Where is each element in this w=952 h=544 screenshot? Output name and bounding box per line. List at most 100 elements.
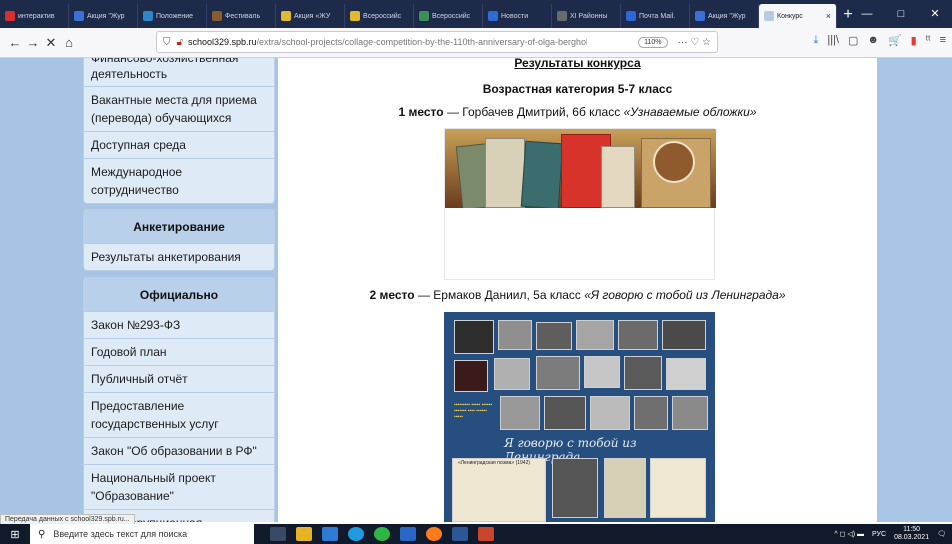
browser-tab[interactable]: XI Районны (552, 4, 621, 28)
left-sidebar: Финансово-хозяйственная деятельность Вак… (0, 58, 278, 522)
tab-favicon-icon (626, 11, 636, 21)
stop-button[interactable]: ✕ (42, 35, 60, 51)
close-window-button[interactable]: ✕ (918, 0, 952, 28)
firefox-icon[interactable] (426, 527, 442, 541)
tab-favicon-icon (488, 11, 498, 21)
sidebar-item-public-report[interactable]: Публичный отчёт (84, 365, 274, 392)
page-viewport: Финансово-хозяйственная деятельность Вак… (0, 58, 952, 522)
tab-label: Акция «ЖУ (294, 12, 331, 20)
place-2-collage-image: ▪▪▪▪▪▪▪▪▪ ▪▪▪▪▪ ▪▪▪▪▪▪ ▪▪▪▪▪▪▪ ▪▪▪▪ ▪▪▪▪… (444, 312, 715, 522)
place-1-collage-image (444, 128, 716, 280)
browser-tab[interactable]: Акция «ЖУ (276, 4, 345, 28)
forward-button[interactable]: → (24, 35, 42, 50)
cart-extension-icon[interactable]: 🛒 (888, 34, 902, 47)
tray-icons[interactable]: ^ ◻ ◁) ▬ (834, 530, 864, 538)
sidebar-item-state-services[interactable]: Предоставление государственных услуг (84, 392, 274, 437)
survey-menu: Анкетирование Результаты анкетирования (83, 209, 275, 271)
tab-active-label: Конкурс (777, 12, 803, 20)
tab-favicon-icon (557, 11, 567, 21)
place-2-work: «Я говорю с тобой из Ленинграда» (584, 288, 786, 302)
maximize-button[interactable]: □ (884, 0, 918, 28)
downloads-icon[interactable]: ⤓ (813, 34, 818, 47)
official-menu: Официально Закон №293-ФЗ Годовой план Пу… (83, 277, 275, 522)
notifications-icon[interactable]: 🗨︎ (937, 530, 946, 538)
url-host: school329.spb.ru (187, 37, 257, 47)
mail-icon[interactable] (400, 527, 416, 541)
start-button[interactable]: ⊞ (0, 528, 30, 541)
tab-favicon-icon (74, 11, 84, 21)
clock-date: 08.03.2021 (894, 534, 930, 541)
place-1-line: 1 место — Горбачев Дмитрий, 6б класс «Уз… (278, 105, 877, 119)
tab-strip: интерактив Акция "Жур Положение Фестиваль Ак… (0, 0, 952, 28)
tracking-shield-icon[interactable]: ⛉ (163, 37, 171, 48)
browser-tab[interactable]: интерактив (0, 4, 69, 28)
collage-caption: «Ленинградская поэма» (1942) (458, 460, 531, 466)
browser-tab[interactable]: Всероссийс (345, 4, 414, 28)
browser-tab[interactable]: Почта Mail. (621, 4, 690, 28)
sidebar-item-international[interactable]: Международное сотрудничество (84, 158, 274, 203)
close-tab-icon[interactable]: × (826, 11, 831, 21)
category-heading: Возрастная категория 5-7 класс (482, 82, 673, 96)
store-icon[interactable] (296, 527, 312, 541)
clock[interactable]: 11:50 08.03.2021 (894, 526, 929, 542)
sidebar-item-national-project[interactable]: Национальный проект "Образование" (84, 464, 274, 509)
taskbar-search[interactable]: ⚲ Введите здесь текст для поиска (30, 524, 254, 544)
edge-icon[interactable] (348, 527, 364, 541)
translate-extension-icon[interactable]: ᵗᵗ (926, 34, 931, 47)
system-tray: ^ ◻ ◁) ▬ РУС 11:50 08.03.2021 🗨︎ (834, 524, 952, 544)
whatsapp-icon[interactable] (374, 527, 390, 541)
place-1-author: — Горбачев Дмитрий, 6б класс (443, 105, 624, 119)
search-icon: ⚲ (38, 528, 46, 540)
tab-favicon-icon (5, 11, 15, 21)
powerpoint-icon[interactable] (478, 527, 494, 541)
explorer-icon[interactable] (322, 527, 338, 541)
page-actions[interactable]: ··· ♡ ☆ (678, 37, 711, 48)
tab-label: Всероссийс (432, 12, 471, 20)
zoom-indicator[interactable]: 110% (638, 36, 668, 48)
tab-favicon-icon (419, 11, 429, 21)
minimize-button[interactable]: — (850, 0, 884, 28)
tab-favicon-icon (281, 11, 291, 21)
browser-tab[interactable]: Новости (483, 4, 552, 28)
place-2-author: — Ермаков Даниил, 5а класс (414, 288, 585, 302)
address-bar[interactable]: ⛉ 🔓︎ school329.spb.ru /extra/school-proj… (156, 31, 718, 53)
tab-label: Всероссийс (363, 12, 402, 20)
tab-favicon-icon (350, 11, 360, 21)
account-icon[interactable]: ☻ (867, 34, 879, 47)
tab-active[interactable]: Конкурс × (759, 4, 837, 28)
browser-tab[interactable]: Положение (138, 4, 207, 28)
sidebar-item-accessibility[interactable]: Доступная среда (84, 131, 274, 158)
place-1-label: 1 место (398, 105, 444, 119)
browser-tab[interactable]: Всероссийс (414, 4, 483, 28)
results-heading[interactable]: Результаты конкурса (278, 58, 877, 70)
tab-label: Положение (156, 12, 193, 20)
tab-label: Новости (501, 12, 529, 20)
browser-tab[interactable]: Акция "Жур (69, 4, 138, 28)
language-indicator[interactable]: РУС (872, 531, 886, 538)
sidebar-toggle-icon[interactable]: ▢ (848, 34, 858, 47)
browser-tab[interactable]: Акция "Жур (690, 4, 759, 28)
browser-tab[interactable]: Фестиваль (207, 4, 276, 28)
tab-label: Фестиваль (225, 12, 261, 20)
sidebar-item-vacancies[interactable]: Вакантные места для приема (перевода) об… (84, 86, 274, 131)
sidebar-item-annual-plan[interactable]: Годовой план (84, 338, 274, 365)
main-content: Результаты конкурса Возрастная категория… (278, 58, 877, 522)
sidebar-item-finance[interactable]: Финансово-хозяйственная деятельность (84, 58, 274, 86)
home-button[interactable]: ⌂ (60, 35, 78, 50)
sidebar-item-survey-results[interactable]: Результаты анкетирования (84, 243, 274, 270)
word-icon[interactable] (452, 527, 468, 541)
insecure-lock-icon[interactable]: 🔓︎ (177, 37, 183, 48)
right-margin (877, 58, 952, 522)
windows-taskbar: ⊞ ⚲ Введите здесь текст для поиска ^ ◻ ◁… (0, 524, 952, 544)
tab-label: Почта Mail. (639, 12, 676, 20)
tab-label: XI Районны (570, 12, 608, 20)
menu-icon[interactable]: ≡ (940, 34, 946, 47)
sidebar-item-education-law[interactable]: Закон "Об образовании в РФ" (84, 437, 274, 464)
back-button[interactable]: ← (6, 35, 24, 50)
task-view-icon[interactable] (270, 527, 286, 541)
bookmark-extension-icon[interactable]: ▮ (911, 34, 917, 47)
library-icon[interactable]: |||\ (827, 34, 839, 47)
place-1-work: «Узнаваемые обложки» (623, 105, 757, 119)
sidebar-item-law-293[interactable]: Закон №293-ФЗ (84, 311, 274, 338)
tab-favicon-icon (212, 11, 222, 21)
